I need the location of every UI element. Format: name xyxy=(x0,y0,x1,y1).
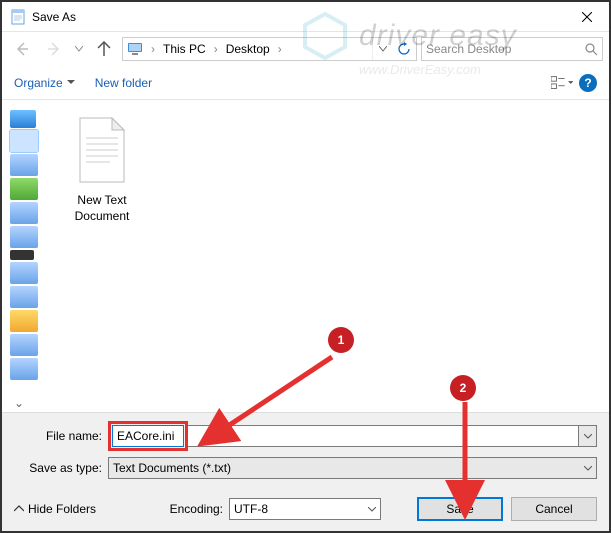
chevron-up-icon xyxy=(14,504,24,514)
forward-button[interactable] xyxy=(40,37,68,61)
search-icon xyxy=(584,42,598,56)
crumb-desktop[interactable]: Desktop xyxy=(222,42,274,56)
chevron-right-icon: › xyxy=(276,42,284,56)
refresh-icon xyxy=(397,42,411,56)
filename-label: File name: xyxy=(14,429,108,443)
back-button[interactable] xyxy=(8,37,36,61)
crumb-thispc[interactable]: This PC xyxy=(159,42,210,56)
tree-item[interactable] xyxy=(10,178,38,200)
callout-1: 1 xyxy=(328,327,354,353)
cancel-button[interactable]: Cancel xyxy=(511,497,597,521)
tree-item[interactable] xyxy=(10,226,38,248)
text-file-icon xyxy=(72,114,132,186)
tree-item[interactable] xyxy=(10,130,38,152)
search-placeholder: Search Desktop xyxy=(426,42,580,56)
chevron-down-icon xyxy=(75,46,83,52)
window-title: Save As xyxy=(32,10,564,24)
tree-item[interactable] xyxy=(10,262,38,284)
file-item[interactable]: New Text Document xyxy=(62,114,142,224)
chevron-down-icon xyxy=(379,46,387,52)
close-icon xyxy=(582,12,592,22)
cancel-label: Cancel xyxy=(535,502,572,516)
encoding-value: UTF-8 xyxy=(234,502,268,516)
tree-item[interactable] xyxy=(10,286,38,308)
tree-item[interactable] xyxy=(10,110,36,128)
type-label: Save as type: xyxy=(14,461,108,475)
title-bar: Save As xyxy=(2,2,609,32)
chevron-down-icon xyxy=(584,466,592,471)
help-button[interactable]: ? xyxy=(579,74,597,92)
file-label: New Text Document xyxy=(62,193,142,224)
callout-2: 2 xyxy=(450,375,476,401)
pc-icon xyxy=(127,41,143,57)
chevron-down-icon xyxy=(584,434,592,439)
chevron-down-icon[interactable]: ⌄ xyxy=(14,396,24,410)
tree-item[interactable] xyxy=(10,334,38,356)
encoding-label: Encoding: xyxy=(170,502,223,516)
view-options-button[interactable] xyxy=(551,72,573,94)
arrow-up-icon xyxy=(96,41,112,57)
hide-folders-label: Hide Folders xyxy=(28,502,96,516)
new-folder-button[interactable]: New folder xyxy=(95,76,152,90)
address-dropdown[interactable] xyxy=(372,38,392,60)
organize-menu[interactable]: Organize xyxy=(14,76,75,90)
nav-tree[interactable]: ⌄ xyxy=(2,100,42,412)
close-button[interactable] xyxy=(564,2,609,32)
encoding-select[interactable]: UTF-8 xyxy=(229,498,381,520)
nav-bar: › This PC › Desktop › Search Desktop xyxy=(2,32,609,66)
newfolder-label: New folder xyxy=(95,76,152,90)
chevron-down-icon xyxy=(67,80,75,85)
tree-item[interactable] xyxy=(10,202,38,224)
up-button[interactable] xyxy=(90,37,118,61)
type-value: Text Documents (*.txt) xyxy=(113,461,231,475)
address-bar[interactable]: › This PC › Desktop › xyxy=(122,37,417,61)
recent-dropdown[interactable] xyxy=(72,37,86,61)
chevron-right-icon: › xyxy=(212,42,220,56)
tree-item[interactable] xyxy=(10,358,38,380)
search-input[interactable]: Search Desktop xyxy=(421,37,603,61)
arrow-annotation xyxy=(212,352,342,445)
chevron-down-icon xyxy=(568,81,573,85)
toolbar: Organize New folder ? xyxy=(2,66,609,100)
help-icon: ? xyxy=(584,76,591,90)
tree-item[interactable] xyxy=(10,154,38,176)
arrow-right-icon xyxy=(46,41,62,57)
filename-input[interactable] xyxy=(112,425,184,447)
arrow-annotation xyxy=(455,402,475,505)
hide-folders-button[interactable]: Hide Folders xyxy=(14,502,96,516)
tree-item[interactable] xyxy=(10,250,34,260)
refresh-button[interactable] xyxy=(394,42,414,56)
view-icon xyxy=(551,76,566,90)
tree-item[interactable] xyxy=(10,310,38,332)
notepad-icon xyxy=(10,9,26,25)
type-select[interactable]: Text Documents (*.txt) xyxy=(108,457,597,479)
arrow-left-icon xyxy=(14,41,30,57)
chevron-down-icon xyxy=(368,507,376,512)
organize-label: Organize xyxy=(14,76,63,90)
chevron-right-icon: › xyxy=(149,42,157,56)
filename-dropdown[interactable] xyxy=(579,425,597,447)
